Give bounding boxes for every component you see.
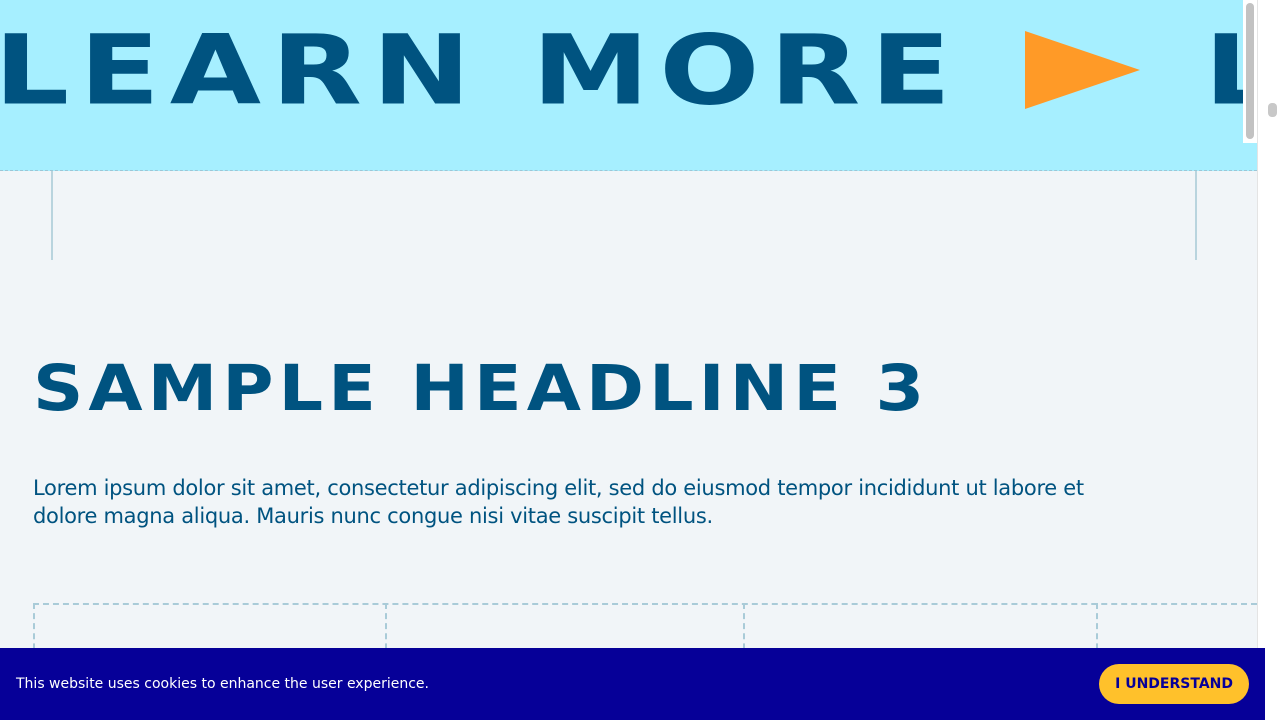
cookie-banner: This website uses cookies to enhance the…	[0, 648, 1265, 720]
marquee-text[interactable]: LEARN MORE	[0, 22, 961, 119]
marquee-scrollbar-thumb[interactable]	[1246, 3, 1254, 139]
guide-line-right	[1195, 171, 1197, 260]
section-headline: SAMPLE HEADLINE 3	[33, 351, 930, 426]
cookie-message: This website uses cookies to enhance the…	[16, 676, 429, 692]
accept-cookies-button[interactable]: I UNDERSTAND	[1099, 664, 1249, 704]
page-scrollbar-thumb[interactable]	[1268, 103, 1277, 117]
arrow-right-triangle-icon	[1025, 31, 1141, 109]
page: LEARN MORE LEARN MORE SAMPLE HEADLINE 3 …	[0, 0, 1257, 720]
marquee-track: LEARN MORE LEARN MORE	[0, 18, 1257, 122]
page-scrollbar[interactable]	[1257, 0, 1280, 720]
learn-more-marquee[interactable]: LEARN MORE LEARN MORE	[0, 0, 1257, 171]
marquee-scrollbar[interactable]	[1243, 0, 1257, 143]
guide-line-left	[51, 171, 53, 260]
section-body-text: Lorem ipsum dolor sit amet, consectetur …	[33, 476, 1084, 528]
